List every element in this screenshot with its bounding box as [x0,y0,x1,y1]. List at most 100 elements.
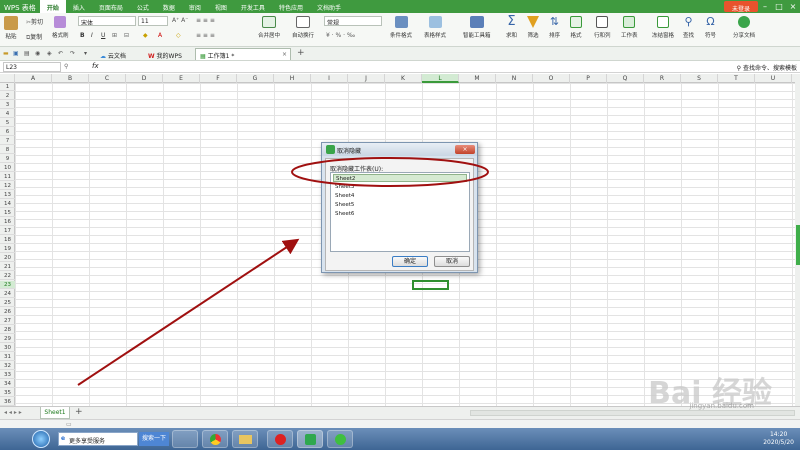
tab-page-layout[interactable]: 页面布局 [92,0,130,13]
row-header-18[interactable]: 18 [0,236,15,244]
column-header-h[interactable]: H [274,74,311,83]
paste-button[interactable]: 粘贴 [4,16,18,40]
table-style-button[interactable]: 表格样式 [424,16,446,39]
tab-home[interactable]: 开始 [39,0,66,13]
bold-button[interactable]: B [80,32,85,39]
row-header-27[interactable]: 27 [0,317,15,325]
conditional-format-button[interactable]: 条件格式 [390,16,412,39]
app-menu-button[interactable]: WPS 表格 [0,0,40,13]
close-icon[interactable]: × [786,0,800,13]
undo-icon[interactable]: ↶ [58,50,63,57]
row-header-25[interactable]: 25 [0,299,15,307]
tab-insert[interactable]: 插入 [66,0,92,13]
signin-button[interactable]: 未登录 [723,1,758,13]
row-header-34[interactable]: 34 [0,380,15,388]
sheet-nav-icon[interactable]: ◂ ◂ ▸ ▸ [4,409,22,416]
row-header-21[interactable]: 21 [0,263,15,271]
doc-tab-cloud[interactable]: ☁ 云文档 [95,48,131,60]
row-header-28[interactable]: 28 [0,326,15,334]
column-header-o[interactable]: O [533,74,570,83]
sort-button[interactable]: ⇅ 排序 [549,15,560,39]
row-header-35[interactable]: 35 [0,389,15,397]
cut-button[interactable]: ✂剪切 [26,17,43,26]
list-item-sheet2[interactable]: Sheet2 [333,174,467,182]
find-button[interactable]: ⚲ 查找 [683,15,694,39]
row-header-13[interactable]: 13 [0,191,15,199]
column-header-a[interactable]: A [15,74,52,83]
row-header-8[interactable]: 8 [0,146,15,154]
font-name-select[interactable]: 宋体 [78,16,136,26]
row-header-23[interactable]: 23 [0,281,15,289]
format-painter-button[interactable]: 格式刷 [52,16,69,39]
pinned-chrome-icon[interactable] [202,430,228,448]
row-header-12[interactable]: 12 [0,182,15,190]
minimize-icon[interactable]: – [758,0,772,13]
row-header-33[interactable]: 33 [0,371,15,379]
column-header-d[interactable]: D [126,74,163,83]
wrap-text-button[interactable]: 自动换行 [292,16,314,39]
pinned-browser-icon[interactable] [327,430,353,448]
tab-view[interactable]: 视图 [208,0,234,13]
more-icon[interactable]: ▾ [84,50,87,57]
percent-icon[interactable]: ¥ · % · ‰ [326,32,355,39]
tab-review[interactable]: 审阅 [182,0,208,13]
pinned-ie-icon[interactable] [172,430,198,448]
list-item-sheet5[interactable]: Sheet5 [333,201,467,209]
symbol-button[interactable]: Ω 符号 [705,15,716,39]
number-format-select[interactable]: 常规 [324,16,382,26]
selected-cell-L23[interactable] [412,280,449,290]
dialog-close-icon[interactable]: × [455,145,475,154]
list-item-sheet3[interactable]: Sheet3 [333,183,467,191]
column-header-l[interactable]: L [422,74,459,83]
pinned-app-icon[interactable] [267,430,293,448]
vertical-scroll-thumb[interactable] [796,225,800,265]
merge-icon[interactable]: ⊟ [124,32,129,39]
spellcheck-icon[interactable]: ◈ [47,50,52,57]
tab-doc-assistant[interactable]: 文档助手 [310,0,348,13]
open-file-icon[interactable]: ▬ [3,50,9,57]
row-header-26[interactable]: 26 [0,308,15,316]
align-left-icon[interactable]: ≡ ≡ ≡ [196,32,215,39]
row-header-5[interactable]: 5 [0,119,15,127]
fx-button[interactable]: fx [92,62,99,70]
border-icon[interactable]: ⊞ [112,32,117,39]
row-header-30[interactable]: 30 [0,344,15,352]
row-header-22[interactable]: 22 [0,272,15,280]
name-box[interactable]: L23 [3,62,61,72]
maximize-icon[interactable]: □ [772,0,786,13]
column-header-j[interactable]: J [348,74,385,83]
tab-data[interactable]: 数据 [156,0,182,13]
row-col-button[interactable]: 行和列 [594,16,611,39]
column-header-q[interactable]: Q [607,74,644,83]
column-header-s[interactable]: S [681,74,718,83]
row-header-1[interactable]: 1 [0,83,15,91]
system-clock[interactable]: 14:20 2020/5/20 [763,431,794,447]
column-header-g[interactable]: G [237,74,274,83]
wps-spreadsheet-taskbar-icon[interactable] [297,430,323,448]
ok-button[interactable]: 确定 [392,256,428,267]
row-header-14[interactable]: 14 [0,200,15,208]
row-header-9[interactable]: 9 [0,155,15,163]
tab-formula[interactable]: 公式 [130,0,156,13]
column-header-c[interactable]: C [89,74,126,83]
row-header-3[interactable]: 3 [0,101,15,109]
font-color-icon[interactable]: A [158,32,162,39]
row-header-15[interactable]: 15 [0,209,15,217]
column-header-t[interactable]: T [718,74,755,83]
column-header-r[interactable]: R [644,74,681,83]
doc-tab-workbook1[interactable]: ▦ 工作簿1 * × [195,48,291,60]
row-header-6[interactable]: 6 [0,128,15,136]
column-header-u[interactable]: U [755,74,792,83]
underline-button[interactable]: U [101,32,105,39]
command-search[interactable]: ⚲ 查找命令、搜索模板 [737,63,797,72]
sum-button[interactable]: Σ 求和 [506,15,517,40]
align-top-icon[interactable]: ≡ ≡ ≡ [196,17,215,24]
add-sheet-icon[interactable]: + [75,407,83,417]
start-button[interactable] [32,430,50,448]
share-doc-button[interactable]: 分享文档 [733,16,755,39]
font-size-select[interactable]: 11 [138,16,168,26]
cancel-button[interactable]: 取消 [434,256,470,267]
zoom-search-icon[interactable]: ⚲ [64,63,68,70]
smart-toolbox-button[interactable]: 智能工具箱 [463,16,491,39]
save-icon[interactable]: ▣ [13,50,19,57]
